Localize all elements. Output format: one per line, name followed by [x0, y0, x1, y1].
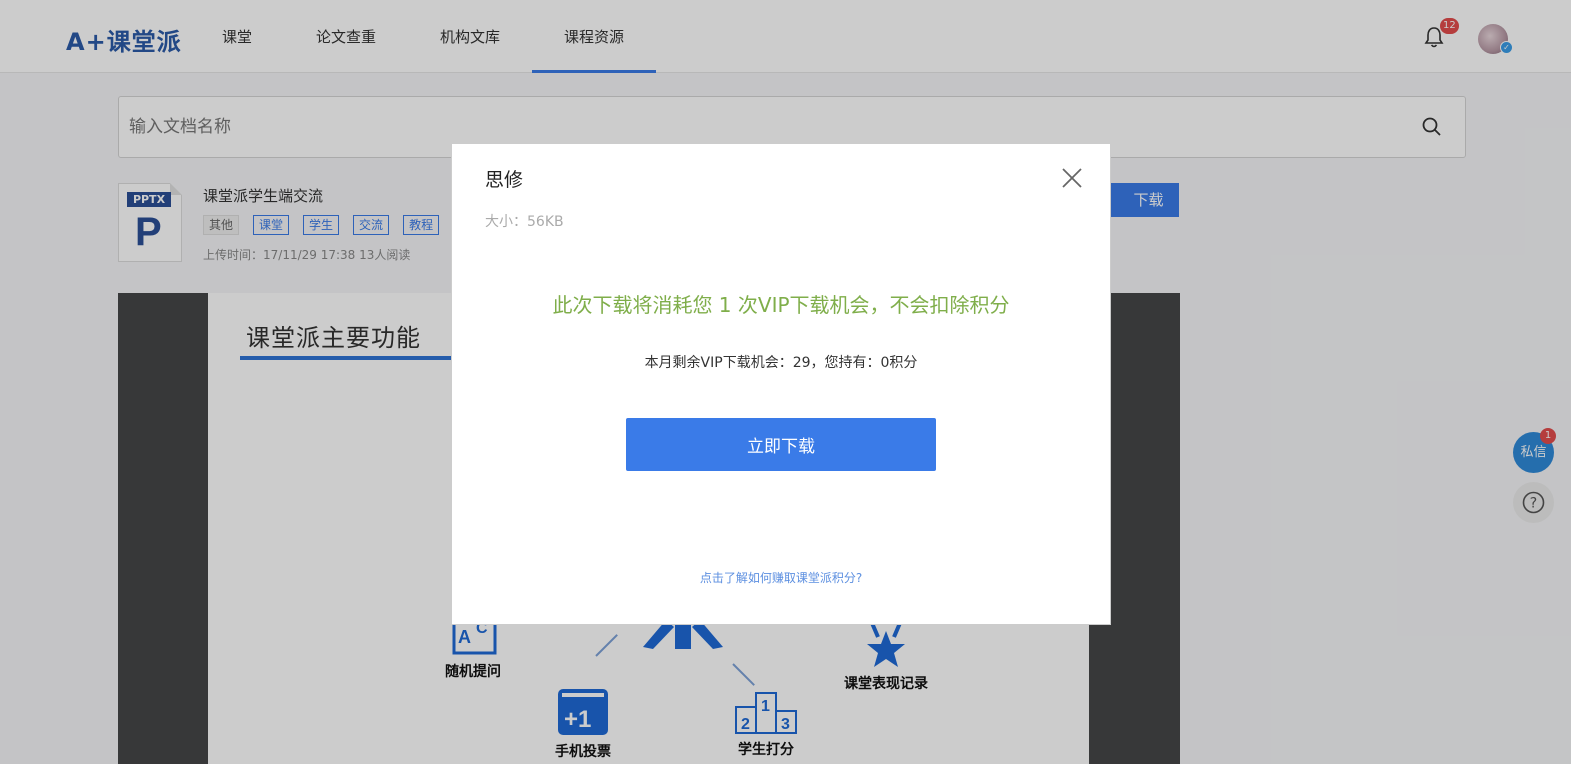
- download-now-button[interactable]: 立即下载: [626, 418, 936, 471]
- dialog-title: 思修: [485, 169, 524, 191]
- close-icon[interactable]: [1060, 166, 1084, 190]
- download-dialog: 思修 大小：56KB 此次下载将消耗您 1 次VIP下载机会，不会扣除积分 本月…: [451, 143, 1111, 625]
- file-size: 大小：56KB: [485, 214, 564, 230]
- vip-consume-message: 此次下载将消耗您 1 次VIP下载机会，不会扣除积分: [552, 293, 1010, 317]
- vip-remaining-info: 本月剩余VIP下载机会：29，您持有：0积分: [644, 355, 918, 371]
- earn-points-link[interactable]: 点击了解如何赚取课堂派积分?: [452, 569, 1110, 586]
